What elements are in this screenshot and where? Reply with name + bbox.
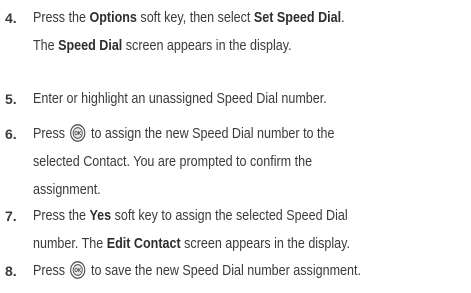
step-text: Press the Yes soft key to assign the sel…: [33, 202, 408, 258]
step-line: number. The Edit Contact screen appears …: [33, 236, 350, 252]
bold-term: Options: [89, 10, 137, 26]
step-line: Press OK to assign the new Speed Dial nu…: [33, 120, 408, 148]
step-line: assignment.: [33, 182, 101, 198]
step-line: Press the Yes soft key to assign the sel…: [33, 208, 348, 224]
bold-term: Yes: [89, 208, 112, 224]
step-line: The Speed Dial screen appears in the dis…: [33, 38, 292, 54]
step-line: Press OK to save the new Speed Dial numb…: [33, 257, 408, 285]
step-text: Press OK to save the new Speed Dial numb…: [33, 257, 408, 285]
svg-text:OK: OK: [75, 130, 82, 136]
bold-term: Set Speed Dial: [253, 10, 342, 26]
step-text: Enter or highlight an unassigned Speed D…: [33, 85, 408, 113]
step-number: 7.: [5, 208, 17, 224]
step-number: 8.: [5, 263, 17, 279]
step-line: Enter or highlight an unassigned Speed D…: [33, 91, 327, 107]
step-text: Press the Options soft key, then select …: [33, 4, 408, 60]
step-line: Press the Options soft key, then select …: [33, 10, 345, 26]
step-number: 5.: [5, 91, 17, 107]
step-line: selected Contact. You are prompted to co…: [33, 154, 313, 170]
step-number: 6.: [5, 126, 17, 142]
step-number: 4.: [5, 10, 17, 26]
ok-key-icon: OK: [70, 260, 86, 279]
bold-term: Speed Dial: [58, 38, 123, 54]
instruction-steps: 4. Press the Options soft key, then sele…: [0, 0, 471, 293]
svg-text:OK: OK: [75, 267, 82, 273]
step-text: Press OK to assign the new Speed Dial nu…: [33, 120, 408, 204]
bold-term: Edit Contact: [106, 236, 181, 252]
ok-key-icon: OK: [70, 123, 86, 142]
